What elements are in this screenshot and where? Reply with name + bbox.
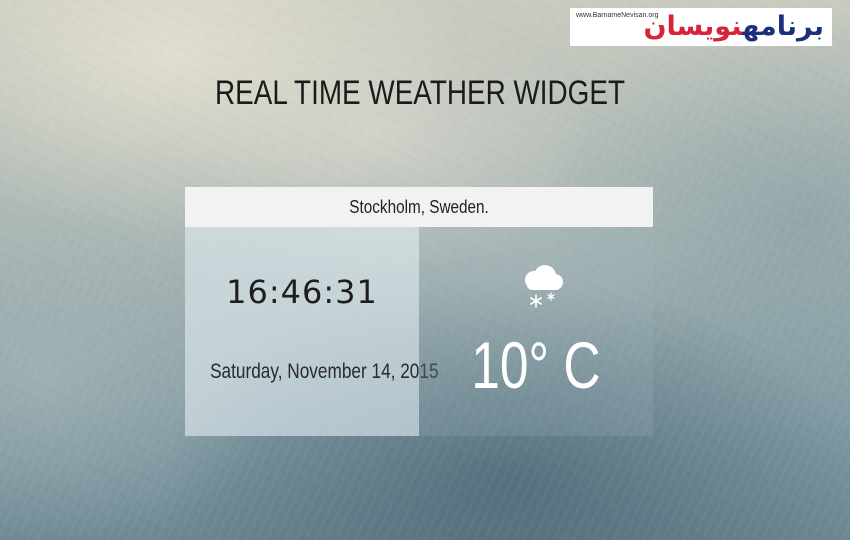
clock-date-text: Saturday, November 14, 2015 xyxy=(210,360,439,383)
cloud-snow-icon xyxy=(525,265,563,308)
logo-mark: برنامهنویسان xyxy=(643,8,825,46)
weather-widget: Stockholm, Sweden. 16:46:31 Saturday, No… xyxy=(185,187,653,436)
site-logo[interactable]: www.BarnameNevisan.org برنامهنویسان xyxy=(570,8,832,46)
location-label: Stockholm, Sweden. xyxy=(349,196,489,217)
page-title: REAL TIME WEATHER WIDGET xyxy=(215,74,625,112)
temperature: 10° C xyxy=(419,327,653,403)
logo-url: www.BarnameNevisan.org xyxy=(576,12,659,19)
clock-time: 16:46:31 xyxy=(226,273,378,311)
location-bar: Stockholm, Sweden. xyxy=(185,187,653,227)
temperature-value: 10° C xyxy=(471,328,601,402)
clock-date: Saturday, November 14, 2015 xyxy=(185,360,438,384)
logo-mark-part-a: برنامه xyxy=(742,11,825,42)
weather-panel: 10° C xyxy=(419,227,653,436)
clock-panel: 16:46:31 Saturday, November 14, 2015 xyxy=(185,227,439,436)
